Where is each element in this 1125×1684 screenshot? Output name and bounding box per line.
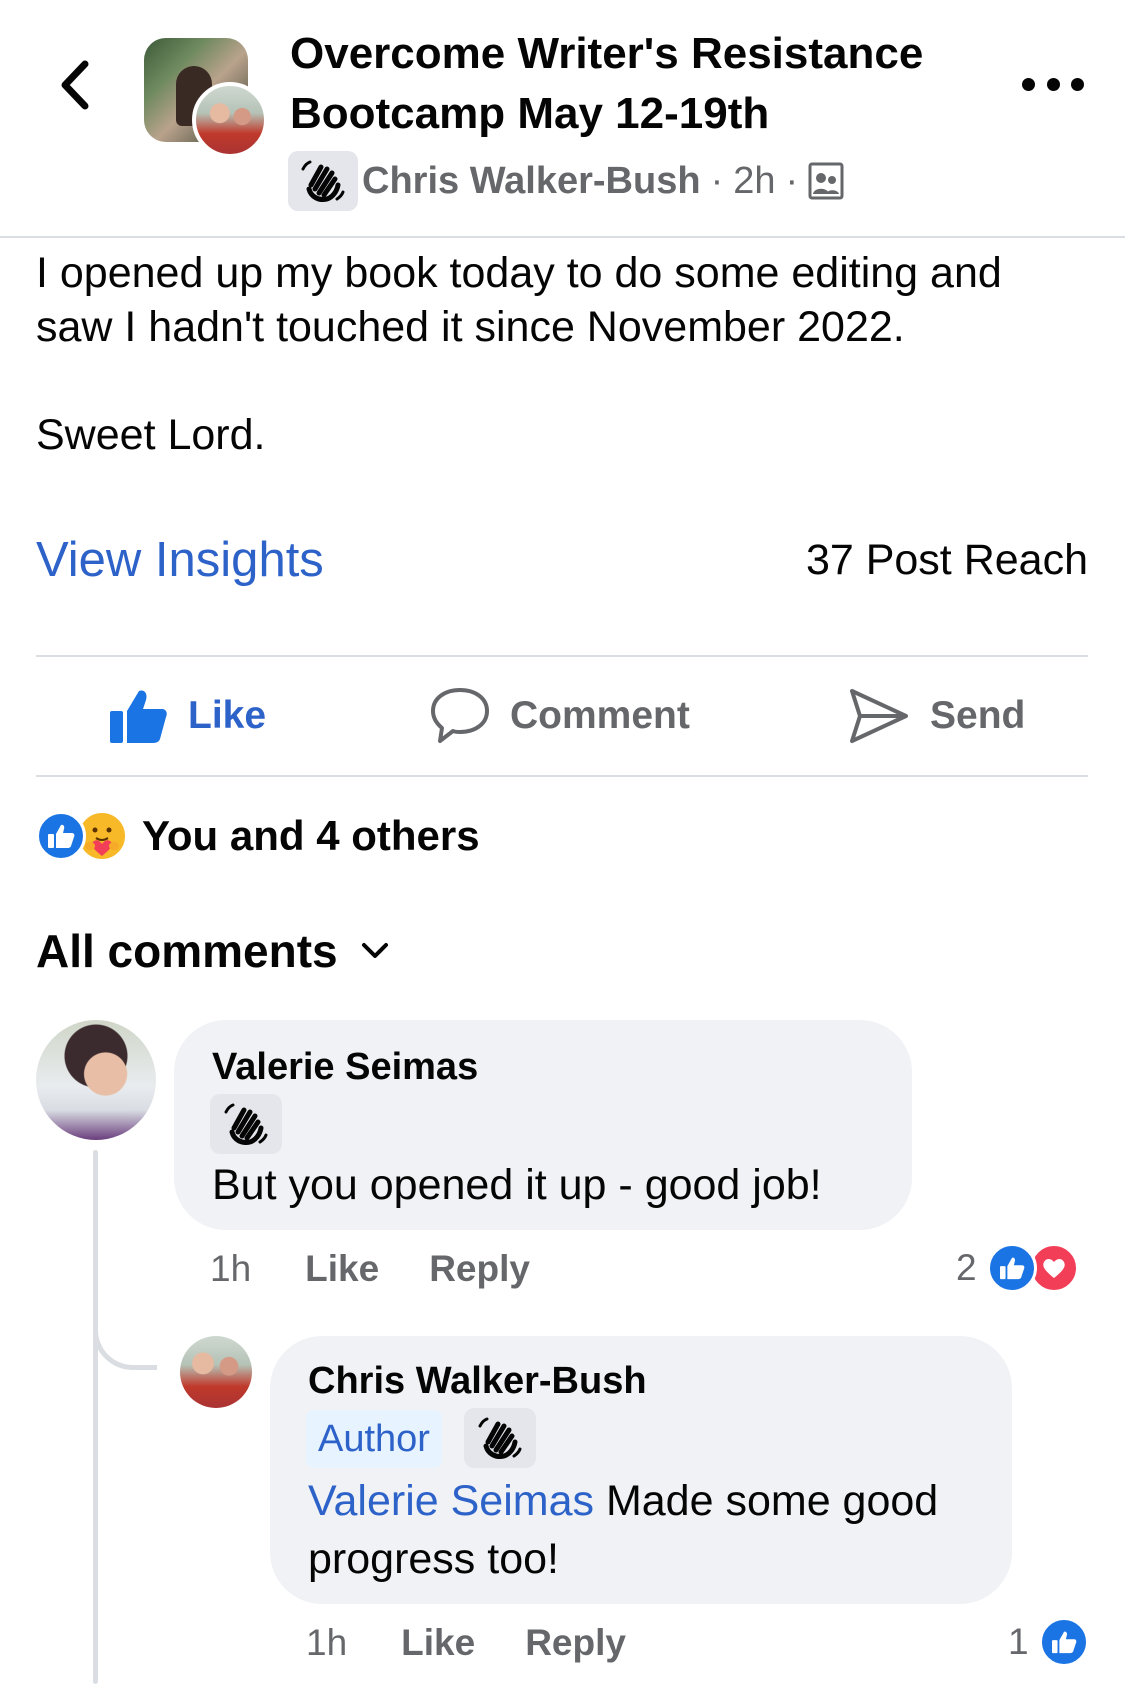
dot-icon (1071, 77, 1084, 91)
separator-dot: · (710, 159, 724, 202)
reaction-count: 2 (956, 1247, 977, 1288)
comment-like-button[interactable]: Like (305, 1248, 379, 1290)
mention-link[interactable]: Valerie Seimas (308, 1477, 594, 1525)
view-insights-link[interactable]: View Insights (36, 532, 324, 588)
members-icon (808, 162, 844, 200)
reply-reply-button[interactable]: Reply (525, 1622, 626, 1664)
comments-filter-label: All comments (36, 925, 338, 977)
comment-bubble-icon (431, 688, 489, 743)
reply-reactions[interactable]: 1 (1008, 1615, 1089, 1669)
author-avatar (192, 82, 268, 158)
reply-time: 1h (306, 1622, 348, 1663)
reply-text: Valerie Seimas Made some good progress t… (308, 1472, 998, 1588)
reply-bubble: Chris Walker-Bush Author Valerie Seimas … (270, 1336, 1012, 1604)
reply-text-line1: Made some good (594, 1477, 939, 1525)
waving-hand-icon (478, 1417, 522, 1459)
comments-filter[interactable]: All comments (36, 922, 390, 980)
waving-hand-icon (224, 1103, 268, 1145)
like-reaction-icon (1038, 1617, 1089, 1667)
send-label: Send (930, 694, 1026, 737)
reactions-summary-text: You and 4 others (142, 812, 480, 859)
group-avatar[interactable] (140, 34, 268, 160)
more-options-button[interactable] (1022, 64, 1084, 104)
separator-dot: · (785, 159, 799, 202)
comment-label: Comment (510, 694, 690, 737)
post-author-name[interactable]: Chris Walker-Bush (362, 160, 701, 203)
thread-branch (93, 1290, 157, 1370)
author-badge: Author (306, 1410, 442, 1468)
like-label: Like (188, 694, 267, 737)
waving-hand-badge (210, 1094, 282, 1154)
waving-hand-badge (288, 151, 358, 211)
send-button[interactable]: Send (848, 657, 1025, 775)
comment-time: 1h (210, 1248, 252, 1289)
comment-reactions[interactable]: 2 (956, 1241, 1079, 1295)
send-icon (850, 689, 908, 743)
like-button[interactable]: Like (108, 657, 266, 775)
back-button[interactable] (44, 50, 104, 120)
like-reaction-icon (36, 811, 86, 861)
reply-author-name[interactable]: Chris Walker-Bush (308, 1360, 647, 1403)
reply-meta: 1h Like Reply (306, 1618, 626, 1668)
post-meta: Chris Walker-Bush · 2h · (288, 150, 844, 212)
reactions-summary[interactable]: You and 4 others (36, 808, 480, 864)
chevron-left-icon (61, 60, 89, 110)
post-text: I opened up my book today to do some edi… (36, 249, 1002, 459)
waving-hand-badge (464, 1408, 536, 1468)
reaction-count: 1 (1008, 1621, 1029, 1662)
post-time[interactable]: 2h (733, 160, 775, 203)
comment-meta: 1h Like Reply (210, 1244, 530, 1294)
thumbs-up-icon (110, 690, 167, 743)
post-header: Overcome Writer's Resistance Bootcamp Ma… (0, 0, 1125, 238)
insights-row: View Insights 37 Post Reach (36, 530, 1088, 590)
commenter-avatar[interactable] (36, 1020, 156, 1140)
reply-author-avatar[interactable] (180, 1336, 252, 1408)
group-title[interactable]: Overcome Writer's Resistance Bootcamp Ma… (290, 24, 1000, 144)
comment-bubble: Valerie Seimas But you opened it up - go… (174, 1020, 912, 1230)
dot-icon (1046, 77, 1060, 91)
thread-line (93, 1150, 98, 1684)
commenter-name[interactable]: Valerie Seimas (212, 1046, 478, 1089)
waving-hand-icon (301, 160, 345, 202)
comment-button[interactable]: Comment (430, 657, 690, 775)
comment-reply-button[interactable]: Reply (429, 1248, 530, 1290)
reply-like-button[interactable]: Like (401, 1622, 475, 1664)
reply-text-line2: progress too! (308, 1535, 559, 1583)
like-reaction-icon (986, 1243, 1037, 1293)
chevron-down-icon (361, 943, 388, 958)
dot-icon (1022, 77, 1035, 91)
action-bar: Like Comment Send (36, 655, 1088, 777)
comment-text: But you opened it up - good job! (212, 1161, 822, 1209)
post-reach: 37 Post Reach (805, 535, 1088, 584)
